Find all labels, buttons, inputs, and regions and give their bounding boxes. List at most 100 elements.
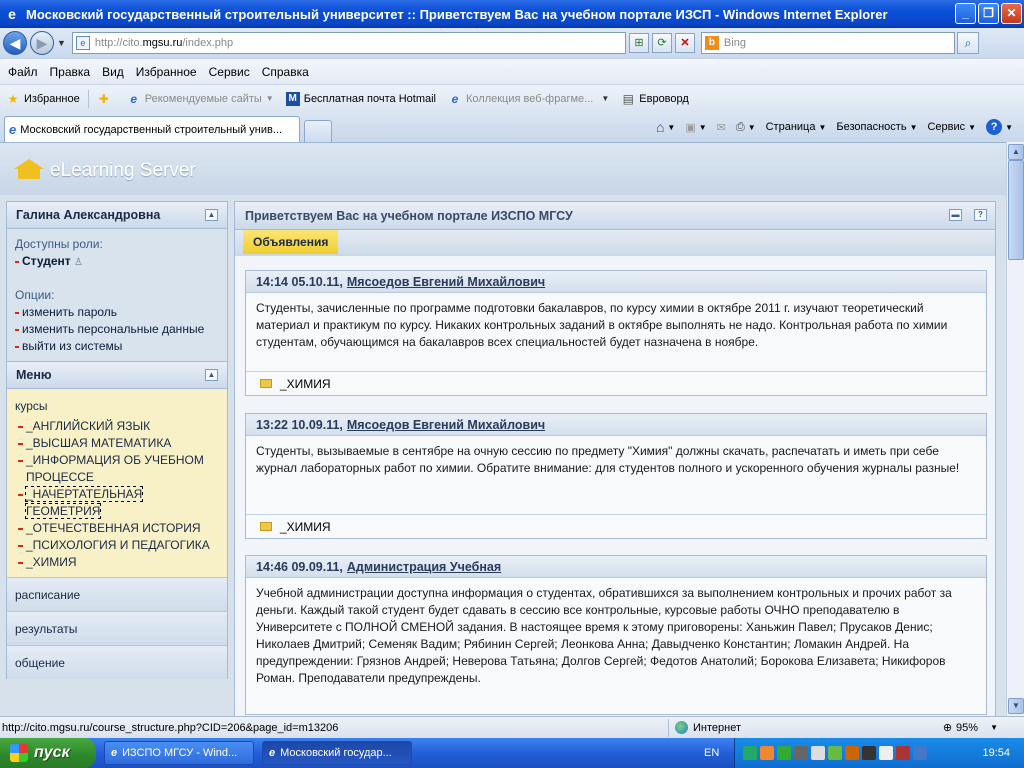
help-icon[interactable]: ? [974, 209, 987, 221]
search-icon[interactable]: ⌕ [956, 32, 979, 54]
url-input[interactable]: e http://cito. mgsu.ru/index.php [71, 32, 626, 54]
menu-file[interactable]: Файл [2, 65, 44, 79]
minimize-button[interactable]: _ [955, 3, 976, 24]
logo-text: eLearning Server [50, 160, 196, 181]
back-button[interactable]: ◀ [3, 31, 27, 55]
course-label: _АНГЛИЙСКИЙ ЯЗЫК [26, 419, 151, 433]
results-link[interactable]: результаты [6, 611, 228, 645]
change-password-link[interactable]: изменить пароль [15, 304, 219, 321]
tray-icon[interactable] [811, 746, 825, 760]
home-button[interactable]: ⌂ ▼ [651, 119, 680, 135]
new-tab-button[interactable] [304, 120, 332, 142]
menu-tools[interactable]: Сервис [203, 65, 256, 79]
collapse-icon[interactable]: ▲ [205, 209, 218, 221]
news-text: Учебной администрации доступна информаци… [256, 586, 952, 685]
role-student[interactable]: Студент ♙ [15, 253, 219, 271]
taskbar-item-active[interactable]: e Московский государ... [262, 741, 412, 765]
schedule-link[interactable]: расписание [6, 577, 228, 611]
page-viewport: eLearning Server Галина Александровна ▲ … [0, 142, 1006, 716]
menu-edit[interactable]: Правка [44, 65, 97, 79]
windows-flag-icon [10, 744, 28, 762]
history-dropdown-icon[interactable]: ▼ [57, 38, 66, 48]
fav-item-euroword[interactable]: ▤ Евроворд [615, 92, 695, 106]
taskbar-item[interactable]: e ИЗСПО МГСУ - Wind... [104, 741, 254, 765]
tray-icon[interactable] [743, 746, 757, 760]
courses-label[interactable]: курсы [15, 399, 219, 413]
tab-announcements[interactable]: Объявления [243, 230, 339, 254]
zoom-control[interactable]: ⊕ 95% ▼ [943, 721, 998, 735]
forward-button[interactable]: ▶ [30, 31, 54, 55]
course-english[interactable]: _АНГЛИЙСКИЙ ЯЗЫК [15, 418, 219, 435]
tray-icon[interactable] [913, 746, 927, 760]
scroll-down-icon[interactable]: ▼ [1008, 698, 1024, 714]
scroll-up-icon[interactable]: ▲ [1008, 144, 1024, 160]
tray-icon[interactable] [862, 746, 876, 760]
start-button[interactable]: пуск [0, 738, 96, 768]
page-scrollbar[interactable]: ▲ ▼ [1006, 142, 1024, 716]
tray-icon[interactable] [879, 746, 893, 760]
stop-icon[interactable]: ✕ [674, 33, 695, 53]
tray-icon[interactable] [896, 746, 910, 760]
print-button[interactable]: ⎙ ▼ [731, 121, 761, 134]
taskbar-item-label: ИЗСПО МГСУ - Wind... [122, 747, 238, 759]
course-history[interactable]: _ОТЕЧЕСТВЕННАЯ ИСТОРИЯ [15, 520, 219, 537]
news-author-link[interactable]: Мясоедов Евгений Михайлович [347, 418, 545, 432]
logout-link[interactable]: выйти из системы [15, 338, 219, 355]
mail-button[interactable]: ✉ [712, 121, 731, 134]
safety-menu[interactable]: Безопасность ▼ [831, 121, 922, 133]
chevron-down-icon: ▼ [601, 94, 610, 103]
language-indicator[interactable]: EN [704, 747, 719, 759]
tray-icon[interactable] [760, 746, 774, 760]
tray-icon[interactable] [845, 746, 859, 760]
news-course-link[interactable]: _ХИМИЯ [280, 520, 331, 534]
course-math[interactable]: _ВЫСШАЯ МАТЕМАТИКА [15, 435, 219, 452]
divider [87, 89, 89, 108]
course-info[interactable]: _ИНФОРМАЦИЯ ОБ УЧЕБНОМ ПРОЦЕССЕ [15, 452, 219, 486]
taskbar-item-label: Московский государ... [280, 747, 392, 759]
course-label: ПРОЦЕССЕ [26, 470, 94, 484]
course-chemistry[interactable]: _ХИМИЯ [15, 554, 219, 571]
fav-item-suggested[interactable]: e Рекомендуемые сайты ▼ [121, 92, 280, 106]
tray-icon[interactable] [777, 746, 791, 760]
fav-item-webslices[interactable]: e Коллекция веб-фрагме... ▼ [442, 92, 615, 106]
restore-button[interactable]: ❐ [978, 3, 999, 24]
favorites-button[interactable]: ★ Избранное [0, 92, 86, 106]
tray-icon[interactable] [828, 746, 842, 760]
search-input[interactable]: b Bing [700, 32, 955, 54]
taskbar: пуск e ИЗСПО МГСУ - Wind... e Московский… [0, 738, 1024, 768]
help-button[interactable]: ? ▼ [981, 119, 1018, 135]
news-course-link[interactable]: _ХИМИЯ [280, 377, 331, 391]
page-menu-label: Страница [765, 121, 816, 133]
menu-title: Меню [16, 368, 52, 382]
ie-icon: e [9, 122, 17, 137]
menu-favorites[interactable]: Избранное [130, 65, 203, 79]
menu-view[interactable]: Вид [96, 65, 130, 79]
tab-title: Московский государственный строительный … [20, 123, 283, 136]
communication-link[interactable]: общение [6, 645, 228, 679]
collapse-icon[interactable]: ▲ [205, 369, 218, 381]
tab-active[interactable]: e Московский государственный строительны… [4, 116, 300, 142]
menu-help[interactable]: Справка [256, 65, 315, 79]
tools-menu[interactable]: Сервис ▼ [922, 121, 981, 133]
menu-bar: Файл Правка Вид Избранное Сервис Справка [0, 58, 1024, 84]
add-favorite-button[interactable]: ✚ [91, 92, 121, 106]
site-logo[interactable]: eLearning Server [14, 159, 196, 183]
folder-icon [260, 379, 272, 388]
page-menu[interactable]: Страница ▼ [761, 121, 832, 133]
fav-item-hotmail[interactable]: M Бесплатная почта Hotmail [280, 91, 442, 106]
change-profile-link[interactable]: изменить персональные данные [15, 321, 219, 338]
feeds-button[interactable]: ▣ ▼ [680, 121, 711, 134]
news-author-link[interactable]: Администрация Учебная [347, 560, 501, 574]
course-psychology[interactable]: _ПСИХОЛОГИЯ И ПЕДАГОГИКА [15, 537, 219, 554]
tray-icon[interactable] [794, 746, 808, 760]
compat-view-icon[interactable]: ⊞ [628, 33, 649, 53]
status-url: http://cito.mgsu.ru/course_structure.php… [2, 721, 339, 734]
zone-label: Интернет [693, 721, 741, 734]
news-author-link[interactable]: Мясоедов Евгений Михайлович [347, 275, 545, 289]
scroll-thumb[interactable] [1008, 160, 1024, 260]
course-geometry[interactable]: _НАЧЕРТАТЕЛЬНАЯ ГЕОМЕТРИЯ [15, 486, 219, 520]
close-button[interactable]: ✕ [1001, 3, 1022, 24]
maximize-panel-icon[interactable]: ▬ [949, 209, 962, 221]
security-zone[interactable]: Интернет [668, 718, 868, 737]
refresh-icon[interactable]: ⟳ [651, 33, 672, 53]
